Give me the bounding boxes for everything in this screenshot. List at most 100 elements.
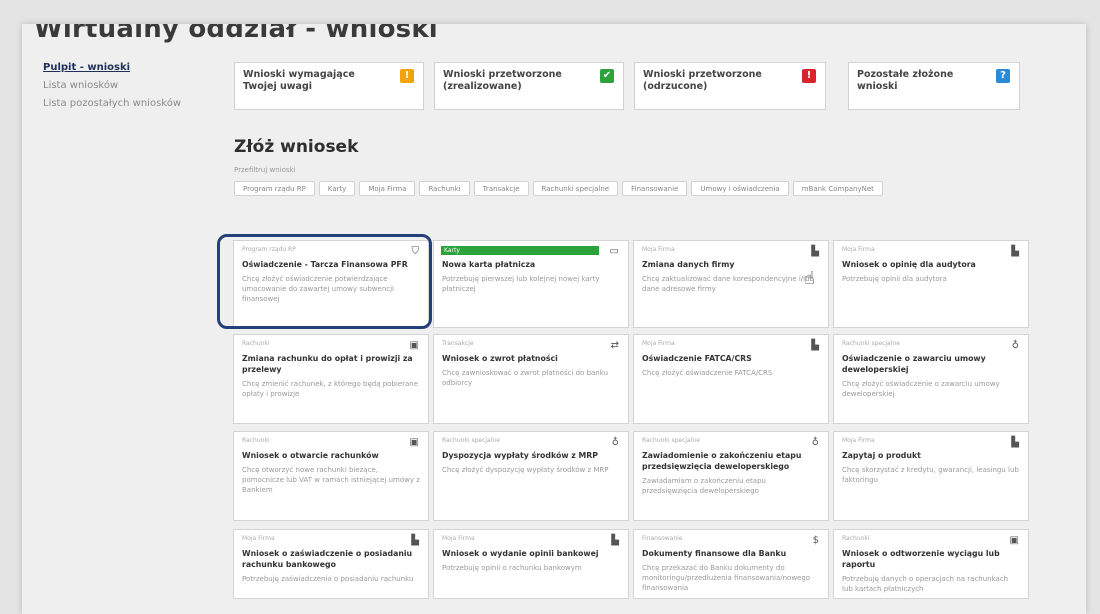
page-title: Wirtualny oddział - wnioski [34, 24, 438, 44]
card-description: Potrzebuję opinii dla audytora [842, 275, 947, 283]
sidebar-item-pulpit[interactable]: Pulpit - wnioski [43, 62, 213, 73]
request-card[interactable]: Rachunki ▣ Zmiana rachunku do opłat i pr… [233, 334, 429, 424]
question-icon: ? [996, 69, 1010, 83]
stat-card-completed[interactable]: Wnioski przetworzone (zrealizowane) ✔ [434, 62, 624, 110]
card-description: Potrzebuję zaświadczenia o posiadaniu ra… [242, 575, 414, 583]
request-card[interactable]: Transakcje ⇄ Wniosek o zwrot płatności C… [433, 334, 629, 424]
card-description: Chcę otworzyć nowe rachunki bieżące, pom… [242, 466, 420, 494]
card-category: Moja Firma [842, 437, 875, 444]
request-card[interactable]: Moja Firma ▙ Zapytaj o produkt Chcę skor… [833, 431, 1029, 521]
card-description: Chcę zmienić rachunek, z którego będą po… [242, 380, 419, 398]
filter-label: Przefiltruj wnioski [234, 166, 296, 174]
card-category: Rachunki specjalne [842, 340, 900, 347]
card-category: Rachunki [242, 340, 270, 347]
request-card[interactable]: Rachunki specjalne ♁ Zawiadomienie o zak… [633, 431, 829, 521]
filter-chip-karty[interactable]: Karty [318, 181, 356, 196]
card-category: Moja Firma [842, 246, 875, 253]
card-category: Transakcje [442, 340, 474, 347]
filter-chip-program-rzadu[interactable]: Program rządu RP [234, 181, 315, 196]
section-title: Złóż wniosek [234, 137, 359, 157]
card-category: Finansowanie [642, 535, 683, 542]
card-title: Wniosek o opinię dla audytora [842, 260, 976, 269]
card-title: Wniosek o zwrot płatności [442, 354, 558, 363]
request-card[interactable]: Rachunki ▣ Wniosek o otwarcie rachunków … [233, 431, 429, 521]
card-category: Rachunki [842, 535, 870, 542]
card-category: Rachunki [242, 437, 270, 444]
card-description: Zawiadamiam o zakończeniu etapu przedsię… [642, 477, 766, 495]
wallet-icon: ▣ [1009, 535, 1019, 546]
card-title: Zapytaj o produkt [842, 451, 921, 460]
building-icon: ▙ [411, 535, 419, 546]
stat-card-other[interactable]: Pozostałe złożone wnioski ? [848, 62, 1020, 110]
request-card[interactable]: Moja Firma ▙ Wniosek o zaświadczenie o p… [233, 529, 429, 599]
card-category: Rachunki specjalne [642, 437, 700, 444]
card-description: Chcę złożyć oświadczenie o zawarciu umow… [842, 380, 1000, 398]
card-title: Wniosek o odtworzenie wyciągu lub raport… [842, 549, 1000, 569]
card-title: Wniosek o zaświadczenie o posiadaniu rac… [242, 549, 413, 569]
request-card[interactable]: Rachunki specjalne ♁ Dyspozycja wypłaty … [433, 431, 629, 521]
card-description: Chcę złożyć oświadczenie FATCA/CRS [642, 369, 773, 377]
stat-card-attention[interactable]: Wnioski wymagające Twojej uwagi ! [234, 62, 424, 110]
alert-icon: ! [802, 69, 816, 83]
card-description: Potrzebuję pierwszej lub kolejnej nowej … [442, 275, 600, 293]
stat-label: Pozostałe złożone wnioski [857, 69, 954, 92]
check-icon: ✔ [600, 69, 614, 83]
request-card[interactable]: Moja Firma ▙ Wniosek o wydanie opinii ba… [433, 529, 629, 599]
card-description: Chcę złożyć dyspozycję wypłaty środków z… [442, 466, 609, 474]
card-description: Chcę skorzystać z kredytu, gwarancji, le… [842, 466, 1019, 484]
sidebar-item-lista-wnioskow[interactable]: Lista wniosków [43, 80, 213, 91]
filter-chip-rachunki[interactable]: Rachunki [419, 181, 470, 196]
card-category: Moja Firma [242, 535, 275, 542]
building-icon: ▙ [1011, 246, 1019, 257]
card-title: Nowa karta płatnicza [442, 260, 536, 269]
building-icon: ▙ [811, 246, 819, 257]
card-category: Karty [441, 246, 599, 255]
request-card[interactable]: Karty ▭ Nowa karta płatnicza Potrzebuję … [433, 240, 629, 328]
card-title: Dyspozycja wypłaty środków z MRP [442, 451, 598, 460]
card-title: Wniosek o otwarcie rachunków [242, 451, 379, 460]
card-description: Chcę zawnioskować o zwrot płatności do b… [442, 369, 609, 387]
request-card[interactable]: Rachunki ▣ Wniosek o odtworzenie wyciągu… [833, 529, 1029, 599]
building-icon: ▙ [1011, 437, 1019, 448]
filter-chips: Program rządu RP Karty Moja Firma Rachun… [234, 181, 934, 196]
card-category: Rachunki specjalne [442, 437, 500, 444]
sidebar: Pulpit - wnioski Lista wniosków Lista po… [43, 62, 213, 116]
transfer-icon: ⇄ [610, 340, 619, 351]
card-category: Moja Firma [442, 535, 475, 542]
filter-chip-moja-firma[interactable]: Moja Firma [359, 181, 416, 196]
filter-chip-umowy[interactable]: Umowy i oświadczenia [691, 181, 789, 196]
filter-chip-companynet[interactable]: mBank CompanyNet [792, 181, 883, 196]
building-icon: ▙ [611, 535, 619, 546]
filter-chip-finansowanie[interactable]: Finansowanie [622, 181, 688, 196]
card-category: Moja Firma [642, 246, 675, 253]
card-category: Moja Firma [642, 340, 675, 347]
highlight-ring [217, 234, 432, 329]
request-card[interactable]: Rachunki specjalne ♁ Oświadczenie o zawa… [833, 334, 1029, 424]
card-title: Zmiana rachunku do opłat i prowizji za p… [242, 354, 413, 374]
stat-label: Wnioski przetworzone (zrealizowane) [443, 69, 562, 92]
request-card[interactable]: Moja Firma ▙ Zmiana danych firmy Chcę za… [633, 240, 829, 328]
sidebar-item-lista-pozostalych[interactable]: Lista pozostałych wniosków [43, 98, 213, 109]
award-icon: ♁ [1011, 340, 1019, 351]
request-card[interactable]: Moja Firma ▙ Wniosek o opinię dla audyto… [833, 240, 1029, 328]
award-icon: ♁ [811, 437, 819, 448]
wallet-icon: ▣ [409, 340, 419, 351]
card-title: Oświadczenie FATCA/CRS [642, 354, 752, 363]
card-description: Potrzebuję danych o operacjach na rachun… [842, 575, 1009, 593]
filter-chip-transakcje[interactable]: Transakcje [473, 181, 529, 196]
stat-card-rejected[interactable]: Wnioski przetworzone (odrzucone) ! [634, 62, 826, 110]
card-title: Zawiadomienie o zakończeniu etapu przeds… [642, 451, 802, 471]
stat-label: Wnioski przetworzone (odrzucone) [643, 69, 762, 92]
card-title: Wniosek o wydanie opinii bankowej [442, 549, 599, 558]
exclamation-icon: ! [400, 69, 414, 83]
request-card[interactable]: Moja Firma ▙ Oświadczenie FATCA/CRS Chcę… [633, 334, 829, 424]
money-icon: $ [812, 535, 819, 546]
request-card[interactable]: Finansowanie $ Dokumenty finansowe dla B… [633, 529, 829, 599]
card-title: Dokumenty finansowe dla Banku [642, 549, 787, 558]
wallet-icon: ▣ [409, 437, 419, 448]
building-icon: ▙ [811, 340, 819, 351]
filter-chip-rachunki-specjalne[interactable]: Rachunki specjalne [532, 181, 619, 196]
stat-label: Wnioski wymagające Twojej uwagi [243, 69, 355, 92]
main-panel: Wirtualny oddział - wnioski Pulpit - wni… [22, 24, 1086, 614]
card-description: Chcę zaktualizować dane korespondencyjne… [642, 275, 814, 293]
